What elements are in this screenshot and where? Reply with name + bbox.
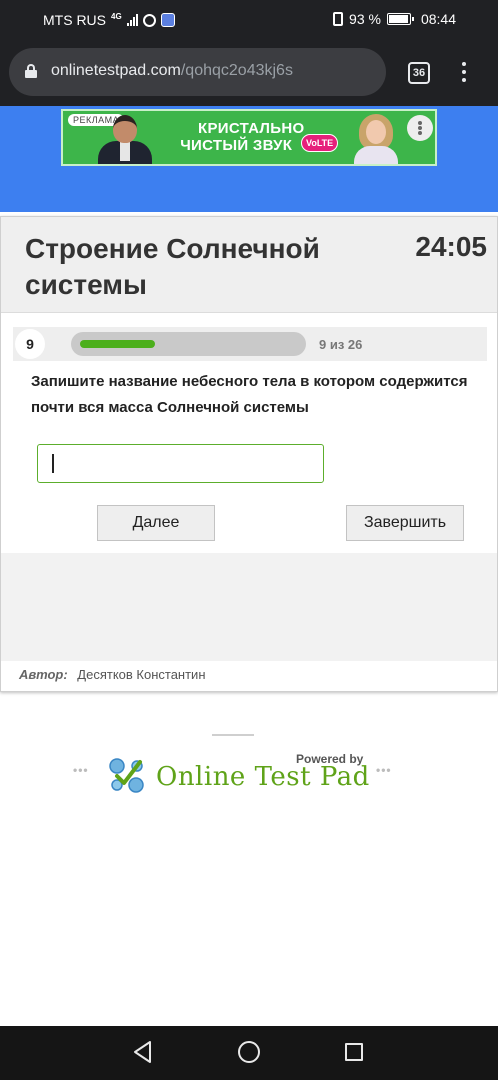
test-card: Строение Солнечной системы 24:05 9 9 из … [0, 216, 498, 692]
address-bar[interactable]: onlinetestpad.com/qohqc2o43kj6s [9, 48, 386, 96]
browser-toolbar: onlinetestpad.com/qohqc2o43kj6s 36 [0, 40, 498, 106]
status-bar: MTS RUS 4G 93 % 08:44 [0, 0, 498, 40]
question-text: Запишите название небесного тела в котор… [31, 373, 468, 416]
battery-percent: 93 % [349, 11, 381, 27]
card-spacer [1, 553, 497, 661]
ad-options-icon[interactable] [407, 115, 433, 141]
ad-banner[interactable]: РЕКЛАМА КРИСТАЛЬНО ЧИСТЫЙ ЗВУК VoLTE [61, 109, 437, 166]
next-button[interactable]: Далее [97, 505, 215, 541]
progress-fill [80, 340, 155, 348]
footer-divider [212, 734, 254, 736]
question-number-badge: 9 [15, 329, 45, 359]
progress-bar [71, 332, 306, 356]
back-icon[interactable] [132, 1040, 154, 1064]
url-domain: onlinetestpad.com [51, 62, 181, 79]
status-left: MTS RUS 4G [43, 12, 175, 28]
volte-badge: VoLTE [301, 134, 339, 152]
footer-dots-right: ••• [376, 763, 392, 777]
progress-text: 9 из 26 [319, 337, 363, 352]
clock: 08:44 [420, 11, 456, 27]
battery-level [388, 15, 408, 23]
author-row: Автор: Десятков Константин [19, 667, 206, 682]
url-path: /qohqc2o43kj6s [180, 62, 293, 79]
timer: 24:05 [415, 231, 487, 262]
tab-switcher-button[interactable]: 36 [408, 62, 430, 84]
progress-row: 9 9 из 26 [13, 327, 487, 361]
status-right: 93 % 08:44 [333, 11, 456, 27]
author-name: Десятков Константин [77, 667, 206, 682]
ad-headline-line1: КРИСТАЛЬНО [198, 120, 305, 137]
overflow-menu-icon[interactable] [460, 62, 468, 84]
carrier-name: MTS RUS [43, 12, 106, 28]
text-cursor [52, 454, 54, 473]
url-text[interactable]: onlinetestpad.com/qohqc2o43kj6s [51, 62, 293, 80]
ad-headline-line2: ЧИСТЫЙ ЗВУК [180, 137, 293, 154]
answer-input[interactable] [37, 444, 324, 483]
ad-man-image [96, 115, 154, 164]
test-title: Строение Солнечной системы [25, 233, 320, 300]
recent-apps-icon[interactable] [345, 1043, 363, 1061]
lock-icon[interactable] [25, 64, 37, 78]
ad-headline: КРИСТАЛЬНО ЧИСТЫЙ ЗВУК [180, 120, 305, 154]
ad-girl-image [351, 114, 401, 164]
signal-icon [126, 14, 138, 26]
brand-name[interactable]: Online Test Pad [156, 762, 370, 792]
app-notification-icon [160, 13, 175, 27]
finish-button[interactable]: Завершить [346, 505, 464, 541]
test-header: Строение Солнечной системы 24:05 [1, 217, 497, 313]
network-type: 4G [111, 12, 122, 21]
alarm-icon [142, 13, 156, 27]
home-icon[interactable] [238, 1041, 260, 1063]
footer-dots-left: ••• [73, 763, 89, 777]
author-label: Автор: [19, 667, 68, 682]
battery-icon [386, 13, 414, 25]
navigation-bar [0, 1026, 498, 1080]
online-test-pad-logo-icon[interactable] [107, 756, 147, 794]
vibrate-icon [333, 12, 344, 26]
